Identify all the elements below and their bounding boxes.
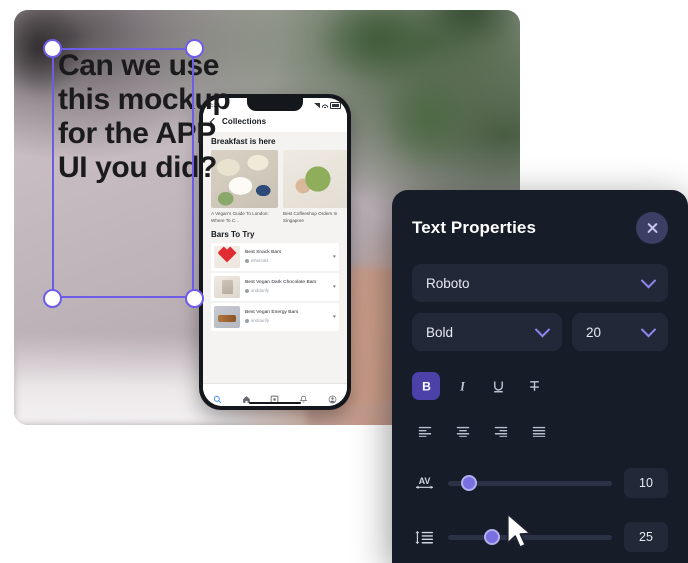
selection-bounding-box [52,48,194,298]
font-size-value: 20 [586,324,602,340]
list-item-author: andclarify [251,288,269,294]
list-item[interactable]: Best Vegan Energy Bars andclarify ♥ [211,302,339,331]
search-icon[interactable] [213,391,222,403]
bold-button[interactable]: B [412,372,440,400]
list-item-text: Best Vegan Dark Chocolate Bars andclarif… [245,280,328,293]
phone-notch [247,98,303,111]
chevron-down-icon [640,272,657,288]
letter-spacing-thumb[interactable] [461,475,478,491]
line-height-slider[interactable] [448,529,612,545]
resize-handle-top-left[interactable] [42,38,62,58]
heart-icon[interactable]: ♥ [333,284,336,290]
align-center-button[interactable] [450,418,476,444]
card-caption: Best Coffeeshop Orders In Singapore [283,211,338,223]
signal-icon [314,103,320,108]
font-size-dropdown[interactable]: 20 [572,313,668,351]
resize-handle-top-right[interactable] [184,38,204,58]
wifi-icon [322,103,328,108]
align-justify-button[interactable] [526,418,552,444]
svg-text:B: B [422,379,431,393]
text-style-toolbar: B I [412,372,668,400]
align-left-button[interactable] [412,418,438,444]
close-icon [646,222,659,235]
list-item-thumbnail [214,275,240,298]
list-item-text: Best Vegan Energy Bars andclarify [245,310,328,323]
card-image [283,150,347,208]
letter-spacing-row: AV 10 [412,468,668,498]
underline-button[interactable] [484,372,512,400]
letter-spacing-slider[interactable] [448,475,612,491]
resize-handle-bottom-right[interactable] [184,288,204,308]
list-item[interactable]: Best Snack Bars ethereal4 ♥ [211,242,339,271]
close-button[interactable] [636,212,668,244]
letter-spacing-value[interactable]: 10 [624,468,668,498]
text-align-toolbar [412,418,668,444]
font-weight-value: Bold [426,324,454,340]
avatar [245,318,249,323]
list-item-author: ethereal4 [251,258,269,264]
list-item-title: Best Snack Bars [245,250,282,256]
font-family-dropdown[interactable]: Roboto [412,264,668,302]
list-item-thumbnail [214,245,240,268]
battery-icon [330,102,341,109]
strikethrough-button[interactable] [520,372,548,400]
list-item-author: andclarify [251,318,269,324]
svg-text:I: I [459,379,466,393]
list-item[interactable]: Best Vegan Dark Chocolate Bars andclarif… [211,272,339,301]
panel-header: Text Properties [412,212,668,244]
italic-button[interactable]: I [448,372,476,400]
home-indicator [249,401,301,404]
chevron-down-icon [534,321,551,337]
avatar [245,288,249,293]
list-item-meta: ethereal4 [245,258,328,263]
chevron-down-icon [640,321,657,337]
list-item-title: Best Vegan Dark Chocolate Bars [245,280,317,286]
font-weight-dropdown[interactable]: Bold [412,313,562,351]
line-height-value[interactable]: 25 [624,522,668,552]
add-box-icon[interactable] [270,391,279,403]
list-item-meta: andclarify [245,318,328,323]
letter-spacing-icon: AV [412,475,436,492]
heart-icon[interactable]: ♥ [333,314,336,320]
line-height-thumb[interactable] [484,529,501,545]
font-family-value: Roboto [426,275,470,291]
heart-icon[interactable]: ♥ [333,254,336,260]
line-height-icon [412,529,436,546]
font-style-row: Bold 20 [412,313,668,351]
home-icon[interactable] [242,391,251,403]
text-properties-panel: Text Properties Roboto Bold 20 B I AV 10… [392,190,688,563]
list-item-thumbnail [214,305,240,328]
section-title-bars: Bars To Try [211,229,255,239]
list-item-text: Best Snack Bars ethereal4 [245,250,328,263]
svg-text:AV: AV [418,476,430,486]
phone-tabbar [203,383,347,406]
card-caption: A Vegan's Guide To London: Where To C... [211,211,269,223]
status-icons [314,102,341,109]
list-item-meta: andclarify [245,288,328,293]
resize-handle-bottom-left[interactable] [42,288,62,308]
align-right-button[interactable] [488,418,514,444]
line-height-row: 25 [412,522,668,552]
selected-text-layer[interactable]: Can we use this mockup for the APP UI yo… [42,38,231,308]
avatar [245,258,249,263]
card-item[interactable]: Best Coffeeshop Orders In Singapore [283,150,347,225]
list-item-title: Best Vegan Energy Bars [245,310,299,316]
panel-title: Text Properties [412,218,537,237]
profile-icon[interactable] [328,391,337,403]
bell-icon[interactable] [299,391,308,403]
screen-root: 2:22 Collections Breakfast is here A Veg… [0,0,688,563]
